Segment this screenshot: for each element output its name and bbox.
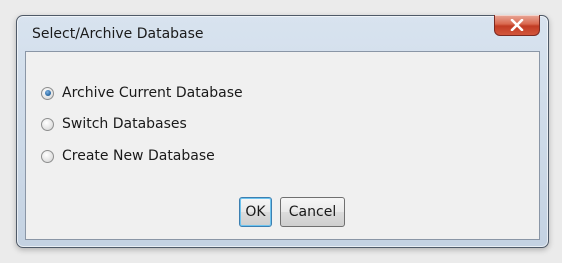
close-button[interactable] — [494, 15, 540, 36]
select-archive-database-dialog: Select/Archive Database Archive Current … — [16, 15, 549, 248]
archive-current-database-label: Archive Current Database — [62, 85, 243, 101]
switch-databases-label: Switch Databases — [62, 116, 187, 132]
cancel-button[interactable]: Cancel — [280, 197, 345, 227]
close-icon — [510, 19, 524, 31]
dialog-title: Select/Archive Database — [32, 26, 204, 42]
create-new-database-label: Create New Database — [62, 148, 215, 164]
archive-current-database-option[interactable]: Archive Current Database — [41, 84, 243, 102]
radio-button-checked[interactable] — [41, 86, 54, 100]
dialog-content-panel: Archive Current Database Switch Database… — [25, 51, 540, 240]
radio-button-unchecked[interactable] — [41, 149, 54, 163]
radio-button-unchecked[interactable] — [41, 117, 54, 131]
create-new-database-option[interactable]: Create New Database — [41, 147, 215, 165]
switch-databases-option[interactable]: Switch Databases — [41, 115, 187, 133]
ok-button[interactable]: OK — [239, 197, 272, 227]
